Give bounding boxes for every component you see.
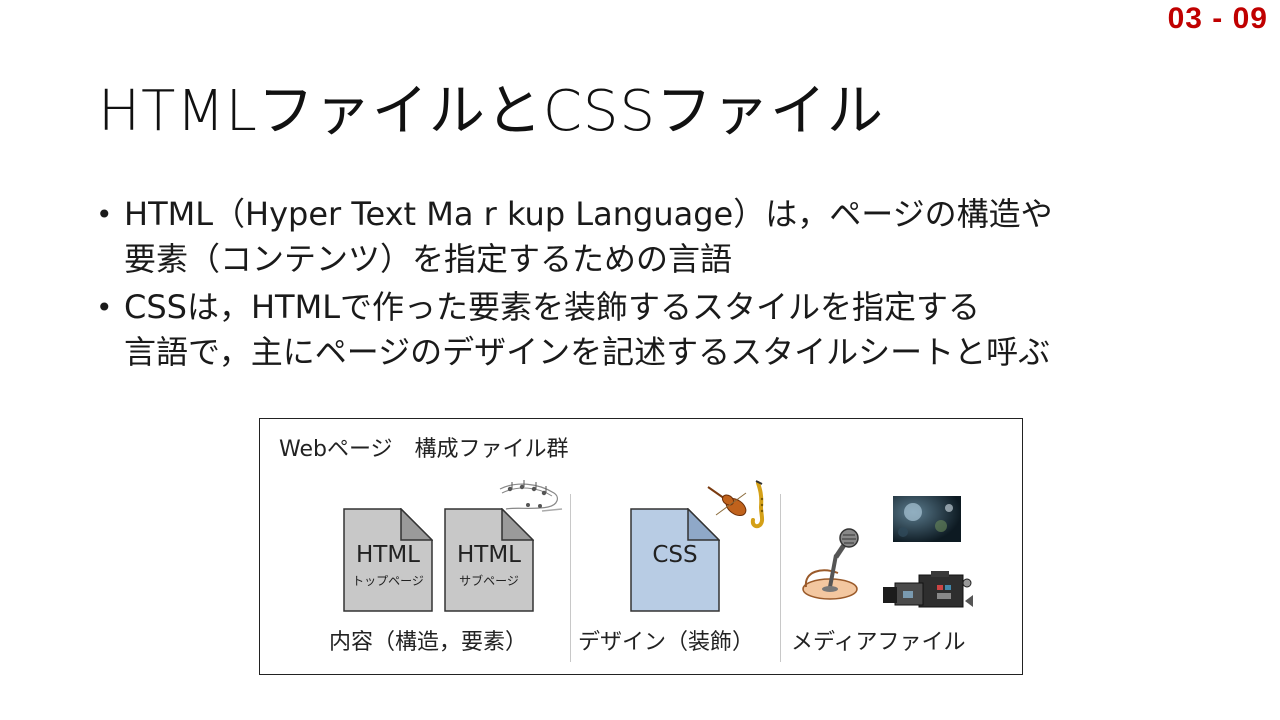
- file-sub-label: サブページ: [459, 574, 519, 588]
- music-notes-icon: [499, 480, 563, 512]
- video-camera-icon: [883, 571, 973, 608]
- html-file-icon: HTML トップページ: [343, 507, 434, 612]
- photo-icon: [893, 496, 961, 542]
- column-label-content: 内容（構造，要素）: [329, 630, 528, 655]
- column-label-media: メディアファイル: [791, 630, 966, 655]
- column-label-design: デザイン（装飾）: [578, 630, 755, 655]
- bullet-dot: •: [96, 291, 113, 324]
- file-type-label: HTML: [456, 542, 521, 568]
- file-type-label: HTML: [355, 542, 420, 568]
- file-group-diagram: Webページ 構成ファイル群 HTML トップページ HTML サブページ CS…: [259, 418, 1023, 675]
- slide-title: HTMLファイルとCSSファイル: [98, 79, 885, 144]
- bullet-line: 言語で，主にページのデザインを記述するスタイルシートと呼ぶ: [124, 333, 1051, 371]
- file-sub-label: トップページ: [352, 574, 424, 588]
- bullet-list: • HTML（Hyper Text Ma r kup Language）は，ペー…: [96, 192, 1246, 378]
- microphone-icon: [802, 528, 859, 600]
- column-divider: [780, 494, 781, 662]
- diagram-caption: Webページ 構成ファイル群: [279, 437, 569, 462]
- file-type-label: CSS: [652, 542, 698, 568]
- column-divider: [570, 494, 571, 662]
- html-file-icon: HTML サブページ: [444, 507, 535, 612]
- bullet-line: 要素（コンテンツ）を指定するための言語: [124, 240, 733, 278]
- slide-number: 03 - 09: [1167, 2, 1268, 35]
- bullet-dot: •: [96, 198, 113, 231]
- bullet-item: • HTML（Hyper Text Ma r kup Language）は，ペー…: [96, 192, 1246, 282]
- bullet-item: • CSSは，HTMLで作った要素を装飾するスタイルを指定する 言語で，主にペー…: [96, 285, 1246, 375]
- bullet-line: CSSは，HTMLで作った要素を装飾するスタイルを指定する: [124, 288, 981, 326]
- bullet-line: HTML（Hyper Text Ma r kup Language）は，ページの…: [124, 195, 1053, 233]
- violin-saxophone-icon: [707, 480, 765, 529]
